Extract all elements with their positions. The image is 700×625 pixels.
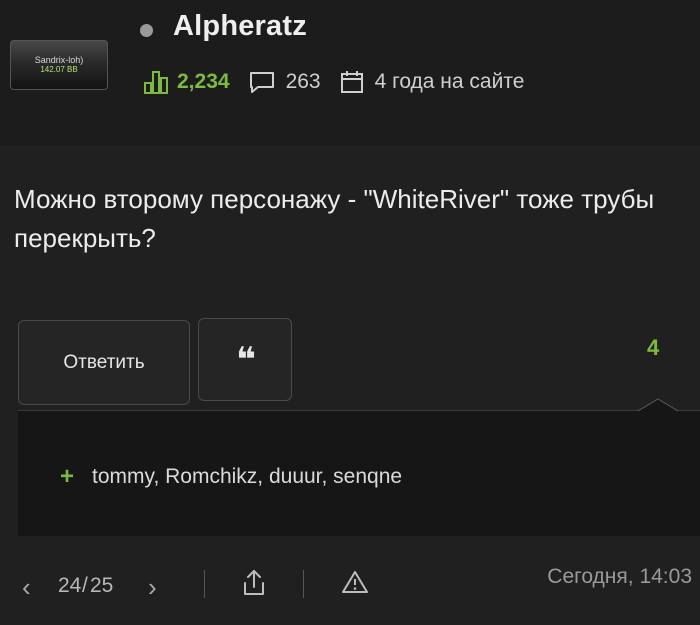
page-separator: / — [82, 574, 88, 597]
avatar-text-top: Sandrix-loh) — [34, 55, 84, 65]
comment-text: Можно второму персонажу - "WhiteRiver" т… — [14, 184, 655, 253]
author-stats: 2,234 263 4 года на сайте — [143, 66, 542, 98]
rating-icon — [144, 71, 168, 94]
reply-button[interactable]: Ответить — [18, 320, 190, 405]
membership-stat: 4 года на сайте — [339, 69, 525, 95]
avatar-text-bottom: 142.07 BB — [40, 65, 78, 74]
comment-footer: ‹ 24 / 25 › Сегодня, 14:03 — [0, 560, 700, 610]
comments-count: 263 — [285, 70, 321, 93]
chevron-right-icon[interactable]: › — [148, 572, 157, 603]
page-current: 24 — [58, 574, 82, 597]
comments-stat: 263 — [248, 69, 321, 95]
calendar-icon — [340, 71, 363, 93]
chevron-left-icon[interactable]: ‹ — [22, 572, 31, 603]
rating-stat: 2,234 — [143, 69, 230, 95]
avatar[interactable]: Sandrix-loh) 142.07 BB — [10, 40, 108, 90]
divider — [303, 570, 304, 598]
divider — [204, 570, 205, 598]
warning-icon[interactable] — [341, 569, 369, 595]
votes-count[interactable]: 4 — [647, 335, 659, 361]
voters-pointer — [638, 398, 678, 412]
plus-icon: + — [60, 463, 75, 490]
voters-panel: + tommy, Romchikz, duuur, senqne — [18, 410, 700, 536]
timestamp: Сегодня, 14:03 — [547, 565, 692, 588]
comment-icon — [249, 72, 274, 93]
status-dot — [140, 24, 153, 37]
rating-value: 2,234 — [177, 70, 230, 93]
membership-text: 4 года на сайте — [374, 70, 525, 93]
share-icon[interactable] — [240, 568, 268, 598]
username[interactable]: Alpheratz — [173, 10, 307, 43]
page-total: 25 — [90, 574, 114, 597]
quote-button[interactable]: ❝ — [198, 318, 292, 401]
voters-list[interactable]: tommy, Romchikz, duuur, senqne — [92, 465, 402, 489]
